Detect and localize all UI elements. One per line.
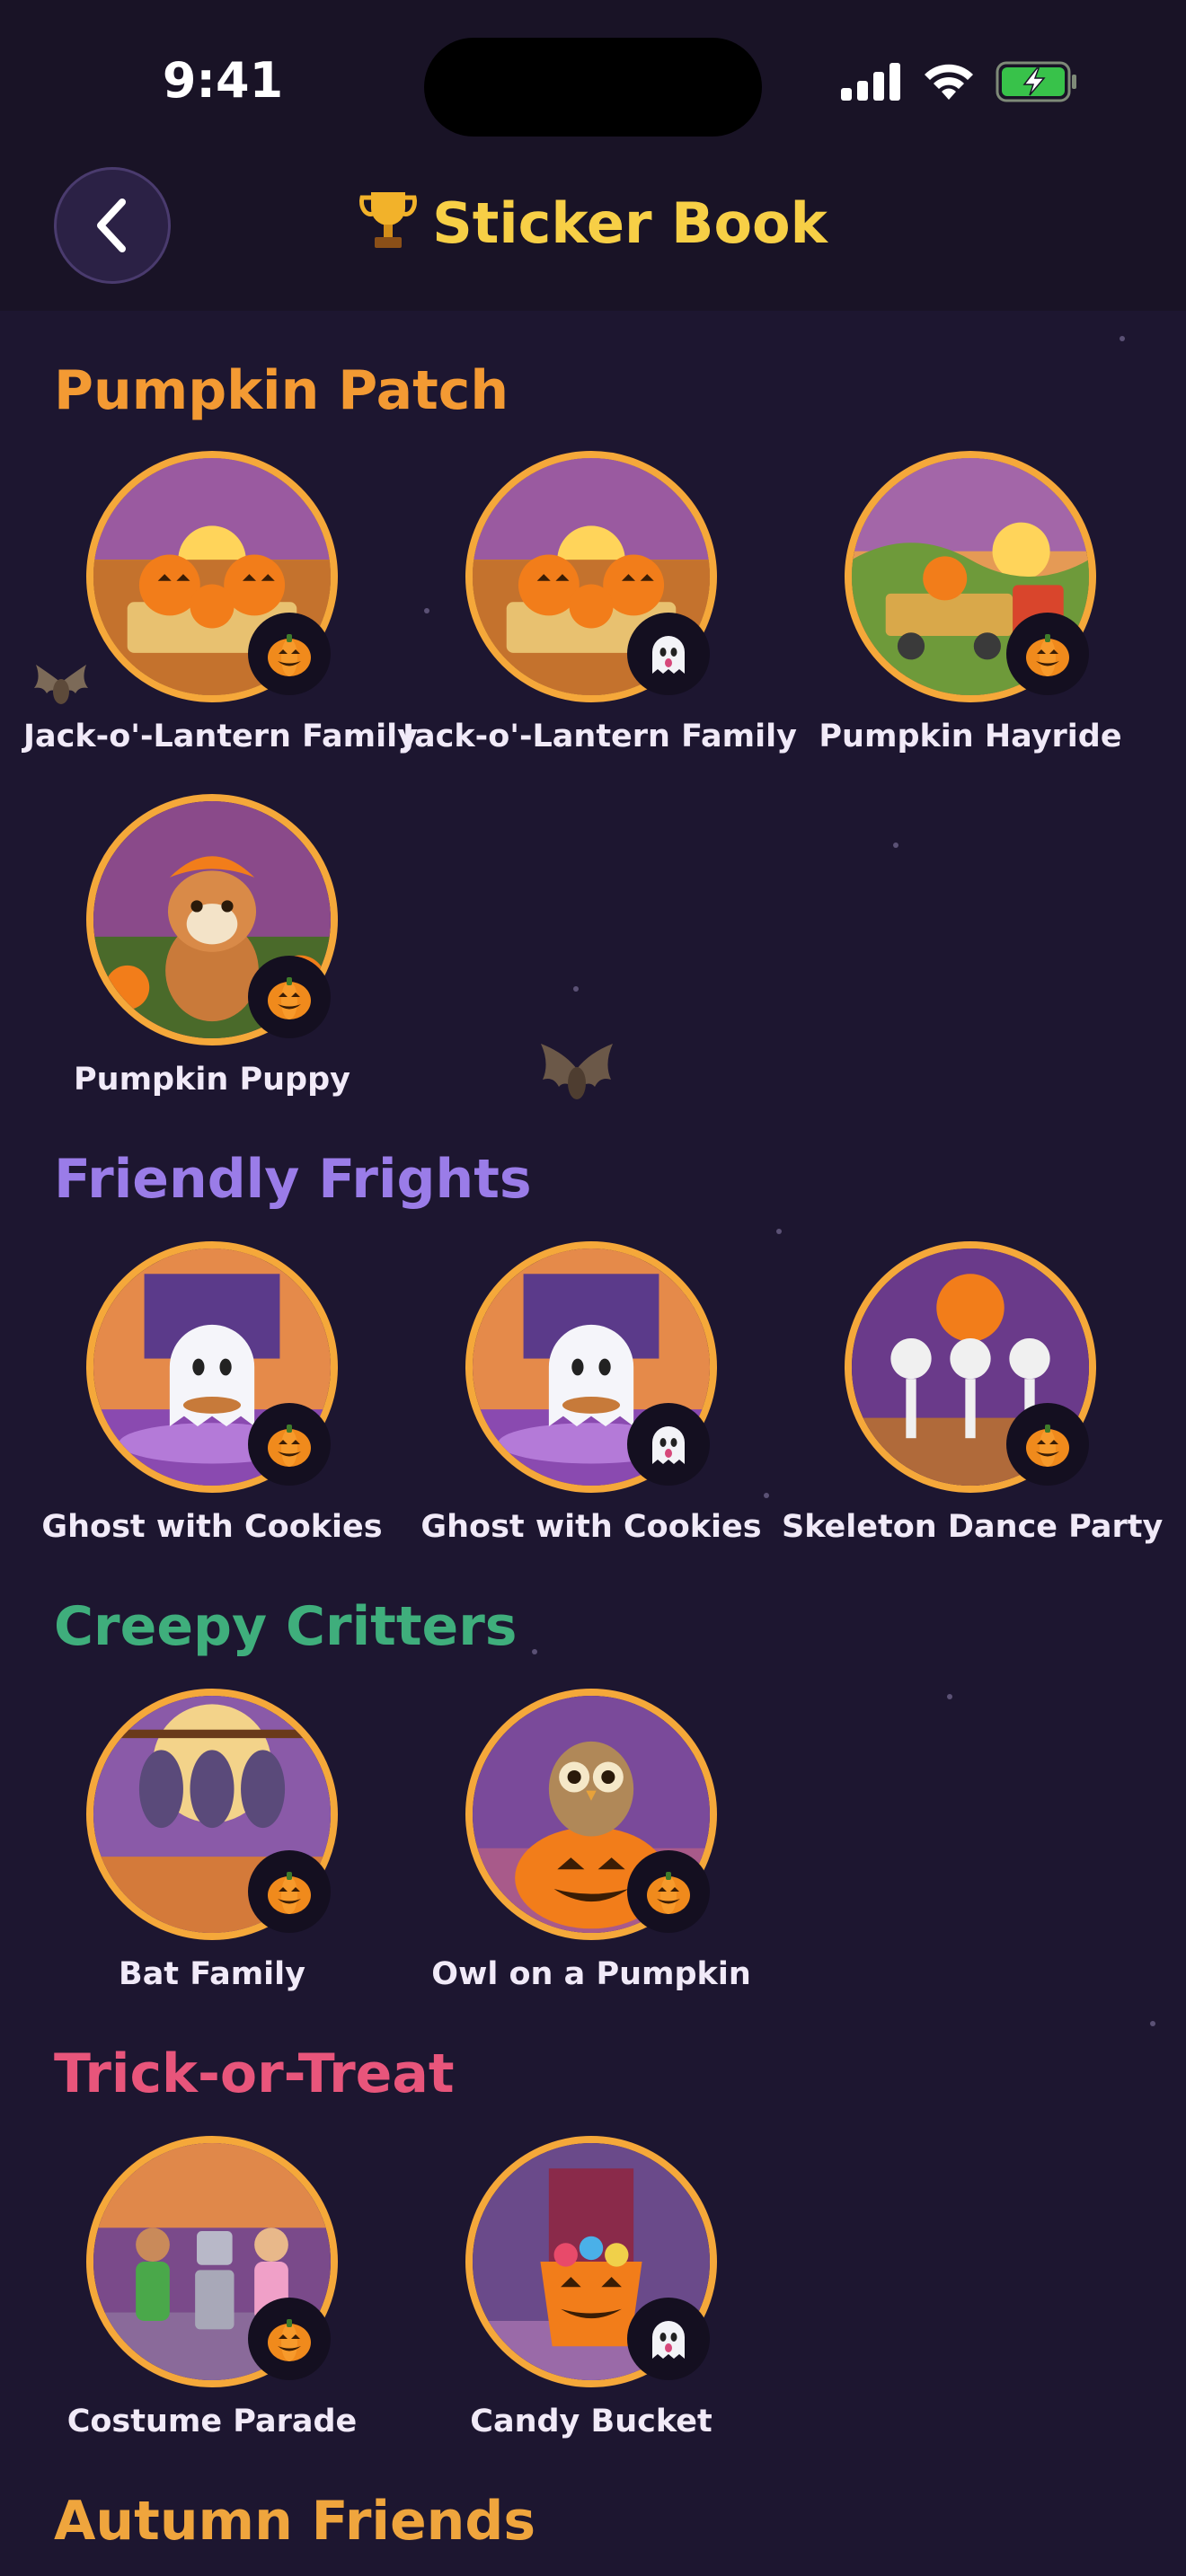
badge: [248, 2298, 331, 2380]
sticker-jack-o-lantern-family[interactable]: Jack-o'-Lantern Family: [23, 451, 418, 754]
badge: [627, 2298, 710, 2380]
pumpkin-icon: [268, 977, 311, 1019]
sticker-label: Candy Bucket: [470, 2404, 712, 2439]
section-title-trick-or-treat: Trick-or-Treat: [54, 2042, 455, 2105]
sticker-art-wrap: [86, 2136, 338, 2387]
sticker-owl-on-a-pumpkin[interactable]: Owl on a Pumpkin: [403, 1689, 780, 1992]
trophy-icon: [359, 192, 418, 248]
ghost-icon: [652, 2321, 685, 2359]
badge: [1006, 1403, 1089, 1486]
badge: [627, 613, 710, 695]
battery-charging-icon: [996, 61, 1076, 102]
pumpkin-icon: [268, 634, 311, 676]
badge: [248, 613, 331, 695]
badge: [1006, 613, 1089, 695]
section-title-friendly-frights: Friendly Frights: [54, 1148, 532, 1211]
sticker-bat-family[interactable]: Bat Family: [23, 1689, 401, 1992]
badge: [248, 956, 331, 1038]
pumpkin-icon: [1026, 1425, 1069, 1467]
sticker-art-wrap: [465, 1241, 717, 1493]
sticker-art-wrap: [86, 451, 338, 702]
ghost-icon: [652, 636, 685, 674]
pumpkin-icon: [1026, 634, 1069, 676]
sticker-label: Jack-o'-Lantern Family: [23, 719, 418, 754]
sticker-candy-bucket[interactable]: Candy Bucket: [403, 2136, 780, 2439]
sticker-label: Bat Family: [119, 1956, 305, 1992]
sticker-art-wrap: [465, 2136, 717, 2387]
sticker-label: Skeleton Dance Party: [782, 1509, 1164, 1545]
sticker-jack-o-lantern-family[interactable]: Jack-o'-Lantern Family: [403, 451, 797, 754]
sticker-label: Pumpkin Puppy: [74, 1062, 350, 1098]
ghost-icon: [652, 1426, 685, 1464]
sticker-costume-parade[interactable]: Costume Parade: [23, 2136, 401, 2439]
sticker-art-wrap: [845, 1241, 1096, 1493]
sticker-pumpkin-hayride[interactable]: Pumpkin Hayride: [782, 451, 1159, 754]
sticker-ghost-with-cookies[interactable]: Ghost with Cookies: [403, 1241, 780, 1545]
sticker-label: Owl on a Pumpkin: [431, 1956, 751, 1992]
page-title: Sticker Book: [0, 189, 1186, 256]
sticker-art-wrap: [86, 1241, 338, 1493]
pumpkin-icon: [647, 1872, 690, 1914]
sticker-ghost-with-cookies[interactable]: Ghost with Cookies: [23, 1241, 401, 1545]
sticker-art-wrap: [845, 451, 1096, 702]
pumpkin-icon: [268, 2319, 311, 2361]
sticker-art-wrap: [465, 451, 717, 702]
sticker-pumpkin-puppy[interactable]: Pumpkin Puppy: [23, 794, 401, 1098]
sticker-label: Costume Parade: [66, 2404, 358, 2439]
sparkle-dot: [893, 842, 898, 848]
sparkle-dot: [532, 1649, 537, 1654]
dynamic-island: [424, 38, 762, 137]
section-title-autumn-friends: Autumn Friends: [54, 2490, 536, 2553]
sparkle-dot: [573, 986, 579, 992]
pumpkin-icon: [268, 1425, 311, 1467]
page-title-text: Sticker Book: [432, 190, 828, 256]
sticker-skeleton-dance-party[interactable]: Skeleton Dance Party: [782, 1241, 1164, 1545]
sticker-art-wrap: [86, 794, 338, 1045]
badge: [248, 1403, 331, 1486]
sticker-label: Pumpkin Hayride: [819, 719, 1122, 754]
top-bar: 9:41 Sticker Book: [0, 0, 1186, 311]
sticker-art-wrap: [86, 1689, 338, 1940]
badge: [627, 1403, 710, 1486]
pumpkin-icon: [268, 1872, 311, 1914]
sticker-label: Jack-o'-Lantern Family: [403, 719, 797, 754]
cellular-signal-icon: [841, 63, 900, 101]
sparkle-dot: [947, 1694, 952, 1699]
sticker-label: Ghost with Cookies: [420, 1509, 762, 1545]
sparkle-dot: [1120, 336, 1125, 341]
sparkle-dot: [1150, 2021, 1155, 2026]
sparkle-dot: [776, 1229, 782, 1234]
status-icons: [841, 61, 1078, 102]
section-title-pumpkin-patch: Pumpkin Patch: [54, 359, 509, 422]
bat-decoration-icon: [541, 1044, 613, 1099]
badge: [627, 1850, 710, 1933]
status-time: 9:41: [162, 52, 284, 109]
wifi-icon: [925, 64, 973, 100]
badge: [248, 1850, 331, 1933]
sticker-art-wrap: [465, 1689, 717, 1940]
section-title-creepy-critters: Creepy Critters: [54, 1595, 518, 1658]
sticker-label: Ghost with Cookies: [41, 1509, 383, 1545]
